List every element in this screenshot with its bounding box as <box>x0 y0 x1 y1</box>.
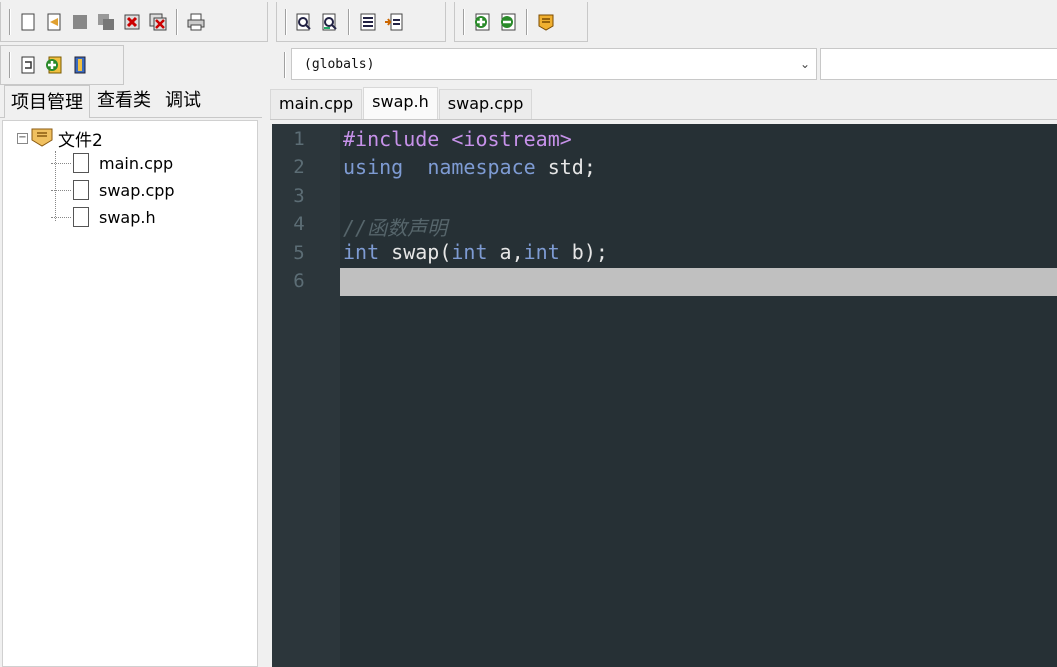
code-text: b); <box>559 240 608 264</box>
remove-bookmark-icon[interactable] <box>497 10 519 34</box>
file-icon <box>73 207 89 227</box>
tree-connector <box>51 189 71 191</box>
print-icon[interactable] <box>185 10 207 34</box>
toolbar-grip[interactable] <box>9 52 11 78</box>
file-toolbar-group <box>0 2 268 42</box>
chevron-down-icon[interactable]: ⌄ <box>794 57 816 71</box>
toggle-icon[interactable] <box>17 53 39 77</box>
toolbar-separator <box>348 8 350 35</box>
include-directive: #include <iostream> <box>343 127 572 151</box>
code-editor[interactable]: 1 2 3 4 5 6 #include <iostream> using na… <box>272 124 1057 667</box>
toolbar-grip[interactable] <box>284 52 286 78</box>
bookmark-toolbar-group <box>454 2 588 42</box>
current-line-highlight <box>340 268 1057 296</box>
project-folder-icon <box>30 125 54 151</box>
tree-item-label: swap.cpp <box>99 180 175 200</box>
tree-item-label: swap.h <box>99 207 156 227</box>
add-bookmark-icon[interactable] <box>471 10 493 34</box>
panel-tabs: 项目管理 查看类 调试 <box>0 83 262 118</box>
code-line-4[interactable]: //函数声明 <box>343 212 447 241</box>
member-dropdown[interactable] <box>820 48 1057 80</box>
code-line-1[interactable]: #include <iostream> <box>343 127 572 151</box>
save-icon[interactable] <box>69 10 91 34</box>
code-text: std; <box>535 155 596 179</box>
project-tree: − 文件2 main.cpp swap.cpp swap.h <box>2 120 258 667</box>
file-icon <box>73 153 89 173</box>
collapse-icon[interactable]: − <box>17 132 28 144</box>
indent-icon[interactable] <box>357 10 379 34</box>
line-number: 1 <box>293 128 305 150</box>
keyword-namespace: namespace <box>427 155 536 179</box>
tree-item[interactable]: swap.cpp <box>51 180 175 200</box>
tab-project-manager[interactable]: 项目管理 <box>4 85 90 118</box>
code-comment: //函数声明 <box>343 216 448 240</box>
file-icon <box>73 180 89 200</box>
scope-dropdown-value: (globals) <box>304 56 375 72</box>
tab-debug[interactable]: 调试 <box>158 83 208 117</box>
toolbar-grip[interactable] <box>9 8 11 35</box>
tree-item[interactable]: swap.h <box>51 207 156 227</box>
code-line-2[interactable]: using namespace std; <box>343 155 596 179</box>
replace-icon[interactable] <box>319 10 341 34</box>
tab-main-cpp[interactable]: main.cpp <box>270 89 363 119</box>
search-toolbar-group <box>276 2 446 42</box>
tab-swap-h[interactable]: swap.h <box>363 87 438 119</box>
keyword-int: int <box>451 240 488 264</box>
tab-swap-cpp[interactable]: swap.cpp <box>438 89 533 119</box>
line-number: 2 <box>293 156 305 178</box>
toolbar-separator <box>176 8 178 35</box>
add-project-icon[interactable] <box>43 53 65 77</box>
line-number: 6 <box>293 270 305 292</box>
line-number: 3 <box>293 185 305 207</box>
open-file-icon[interactable] <box>43 10 65 34</box>
find-icon[interactable] <box>293 10 315 34</box>
line-number-gutter: 1 2 3 4 5 6 <box>272 124 340 667</box>
debug-icon[interactable] <box>69 53 91 77</box>
project-name: 文件2 <box>58 130 103 151</box>
keyword-int: int <box>343 240 380 264</box>
tree-connector <box>51 216 71 218</box>
tab-class-view[interactable]: 查看类 <box>90 83 158 117</box>
code-line-5[interactable]: int swap(int a,int b); <box>343 240 608 264</box>
project-panel: 项目管理 查看类 调试 − 文件2 main.cpp swap.cpp swap… <box>0 83 262 667</box>
tree-item[interactable]: main.cpp <box>51 153 173 173</box>
close-all-icon[interactable] <box>147 10 169 34</box>
toolbar-separator <box>526 8 528 35</box>
code-text: a, <box>487 240 524 264</box>
toolbar-grip[interactable] <box>285 8 287 35</box>
line-number: 4 <box>293 213 305 235</box>
project-toolbar-group <box>0 45 124 85</box>
line-number: 5 <box>293 242 305 264</box>
save-all-icon[interactable] <box>95 10 117 34</box>
toolbar-grip[interactable] <box>463 8 465 35</box>
close-icon[interactable] <box>121 10 143 34</box>
main-toolbar <box>0 0 1057 44</box>
unindent-icon[interactable] <box>383 10 405 34</box>
goto-bookmark-icon[interactable] <box>535 10 557 34</box>
tree-item-label: main.cpp <box>99 153 174 173</box>
editor-tab-bar: main.cpp swap.h swap.cpp <box>270 86 1057 120</box>
keyword-using: using <box>343 155 404 179</box>
code-text: swap( <box>379 240 452 264</box>
tree-root-node[interactable]: − 文件2 <box>17 125 103 151</box>
tree-connector <box>51 162 71 164</box>
new-file-icon[interactable] <box>17 10 39 34</box>
keyword-int: int <box>523 240 560 264</box>
scope-dropdown[interactable]: (globals) ⌄ <box>291 48 817 80</box>
